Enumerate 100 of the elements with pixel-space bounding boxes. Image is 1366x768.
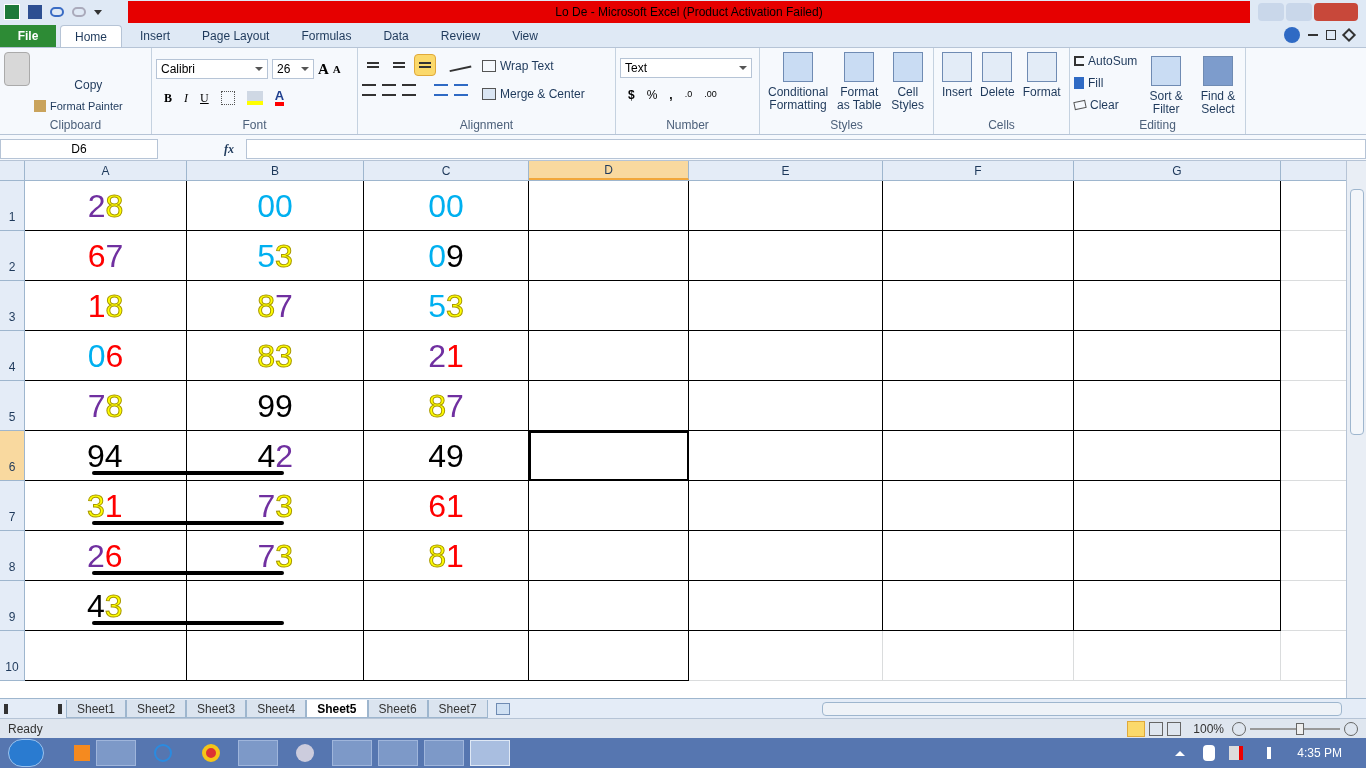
table-cell[interactable] — [529, 631, 689, 681]
sheet-tab[interactable]: Sheet6 — [367, 699, 428, 718]
ribbon-button[interactable]: Find & Select — [1195, 52, 1241, 116]
column-header[interactable]: B — [187, 161, 364, 180]
ribbon-tab[interactable]: Page Layout — [188, 25, 284, 47]
column-header[interactable]: G — [1074, 161, 1281, 180]
row-header[interactable]: 7 — [0, 481, 25, 531]
percent-button[interactable]: % — [646, 86, 658, 104]
table-cell[interactable] — [689, 181, 883, 231]
table-cell[interactable] — [883, 331, 1074, 381]
column-header[interactable]: A — [25, 161, 187, 180]
row-header[interactable]: 1 — [0, 181, 25, 231]
font-size-field[interactable]: 26 — [272, 59, 314, 80]
table-cell[interactable] — [689, 381, 883, 431]
autosum-button[interactable]: AutoSum — [1074, 52, 1138, 70]
sheet-tab[interactable]: Sheet5 — [306, 699, 368, 718]
row-header[interactable]: 10 — [0, 631, 25, 681]
table-cell[interactable] — [529, 231, 689, 281]
sheet-tab[interactable]: Sheet3 — [186, 699, 247, 718]
table-cell[interactable] — [25, 631, 187, 681]
file-tab[interactable]: File — [0, 25, 56, 47]
merge-center-button[interactable]: Merge & Center — [482, 85, 585, 103]
selected-cell[interactable] — [529, 431, 689, 481]
table-cell[interactable] — [883, 181, 1074, 231]
table-cell[interactable] — [529, 381, 689, 431]
row-header[interactable]: 8 — [0, 531, 25, 581]
name-box[interactable]: D6 — [0, 138, 158, 159]
table-cell[interactable] — [364, 581, 529, 631]
ribbon-tab[interactable]: View — [498, 25, 552, 47]
table-cell[interactable] — [883, 581, 1074, 631]
clipboard-icon[interactable] — [4, 52, 30, 86]
ribbon-button[interactable]: Insert — [938, 48, 976, 116]
table-cell[interactable]: 67 — [25, 231, 187, 281]
column-header[interactable]: E — [689, 161, 883, 180]
clear-button[interactable]: Clear — [1074, 96, 1138, 114]
sheet-tab[interactable]: Sheet4 — [246, 699, 307, 718]
table-cell[interactable]: 28 — [25, 181, 187, 231]
wrap-text-button[interactable]: Wrap Text — [482, 57, 585, 75]
row-header[interactable]: 6 — [0, 431, 25, 481]
muted-speaker-icon[interactable] — [1229, 746, 1244, 760]
restore-icon[interactable] — [1326, 30, 1336, 40]
row-header[interactable]: 3 — [0, 281, 25, 331]
table-cell[interactable] — [689, 281, 883, 331]
table-cell[interactable] — [883, 431, 1074, 481]
zoom-slider[interactable] — [1250, 721, 1340, 736]
table-cell[interactable] — [1074, 531, 1281, 581]
font-name-field[interactable]: Calibri — [156, 59, 268, 80]
table-cell[interactable] — [529, 181, 689, 231]
ribbon-button[interactable]: Format — [1018, 48, 1065, 116]
table-cell[interactable] — [1074, 431, 1281, 481]
indent-icon[interactable] — [454, 84, 468, 96]
currency-button[interactable]: $ — [628, 86, 635, 104]
table-cell[interactable] — [529, 531, 689, 581]
table-cell[interactable]: 99 — [187, 381, 364, 431]
ribbon-tab[interactable]: Insert — [126, 25, 185, 47]
row-header[interactable]: 5 — [0, 381, 25, 431]
table-cell[interactable] — [883, 281, 1074, 331]
row-header[interactable]: 9 — [0, 581, 25, 631]
table-cell[interactable]: 21 — [364, 331, 529, 381]
table-cell[interactable] — [883, 481, 1074, 531]
page-break-icon[interactable] — [1167, 721, 1182, 736]
horizontal-scrollbar[interactable] — [822, 701, 1342, 716]
table-cell[interactable]: 81 — [364, 531, 529, 581]
table-cell[interactable] — [689, 531, 883, 581]
app-icon[interactable] — [296, 744, 314, 762]
fill-color-icon[interactable] — [246, 90, 263, 105]
start-button[interactable] — [8, 739, 44, 767]
table-cell[interactable] — [883, 381, 1074, 431]
grow-font-button[interactable]: A — [318, 58, 329, 81]
number-format-field[interactable]: Text — [620, 58, 752, 78]
ribbon-button[interactable]: Sort & Filter — [1145, 52, 1188, 116]
table-cell[interactable] — [529, 481, 689, 531]
ribbon-button[interactable]: Delete — [976, 48, 1019, 116]
table-cell[interactable] — [883, 531, 1074, 581]
table-cell[interactable] — [689, 581, 883, 631]
table-cell[interactable] — [689, 231, 883, 281]
vertical-scrollbar[interactable] — [1346, 161, 1366, 698]
font-color-button[interactable]: A — [274, 89, 285, 106]
page-layout-icon[interactable] — [1149, 721, 1164, 736]
column-header[interactable]: D — [529, 161, 689, 180]
table-cell[interactable] — [529, 581, 689, 631]
undo-icon[interactable] — [50, 7, 64, 17]
copy-button[interactable]: Copy — [34, 76, 123, 94]
clock-time[interactable]: 4:35 PM — [1297, 744, 1342, 762]
align-center-icon[interactable] — [382, 84, 396, 96]
formula-field[interactable] — [246, 138, 1366, 159]
table-cell[interactable] — [1074, 331, 1281, 381]
table-cell[interactable] — [689, 431, 883, 481]
fx-label[interactable]: fx — [162, 139, 242, 158]
ribbon-tab[interactable]: Home — [60, 25, 122, 47]
scroll-thumb[interactable] — [1349, 189, 1364, 435]
table-cell[interactable]: 06 — [25, 331, 187, 381]
ribbon-tab[interactable]: Formulas — [287, 25, 366, 47]
table-cell[interactable]: 18 — [25, 281, 187, 331]
ribbon-button[interactable]: Conditional Formatting — [764, 48, 833, 116]
ribbon-tab[interactable]: Data — [369, 25, 423, 47]
table-cell[interactable] — [883, 231, 1074, 281]
new-sheet-icon[interactable] — [495, 702, 510, 715]
zoom-thumb[interactable] — [1295, 722, 1304, 735]
table-cell[interactable] — [529, 281, 689, 331]
